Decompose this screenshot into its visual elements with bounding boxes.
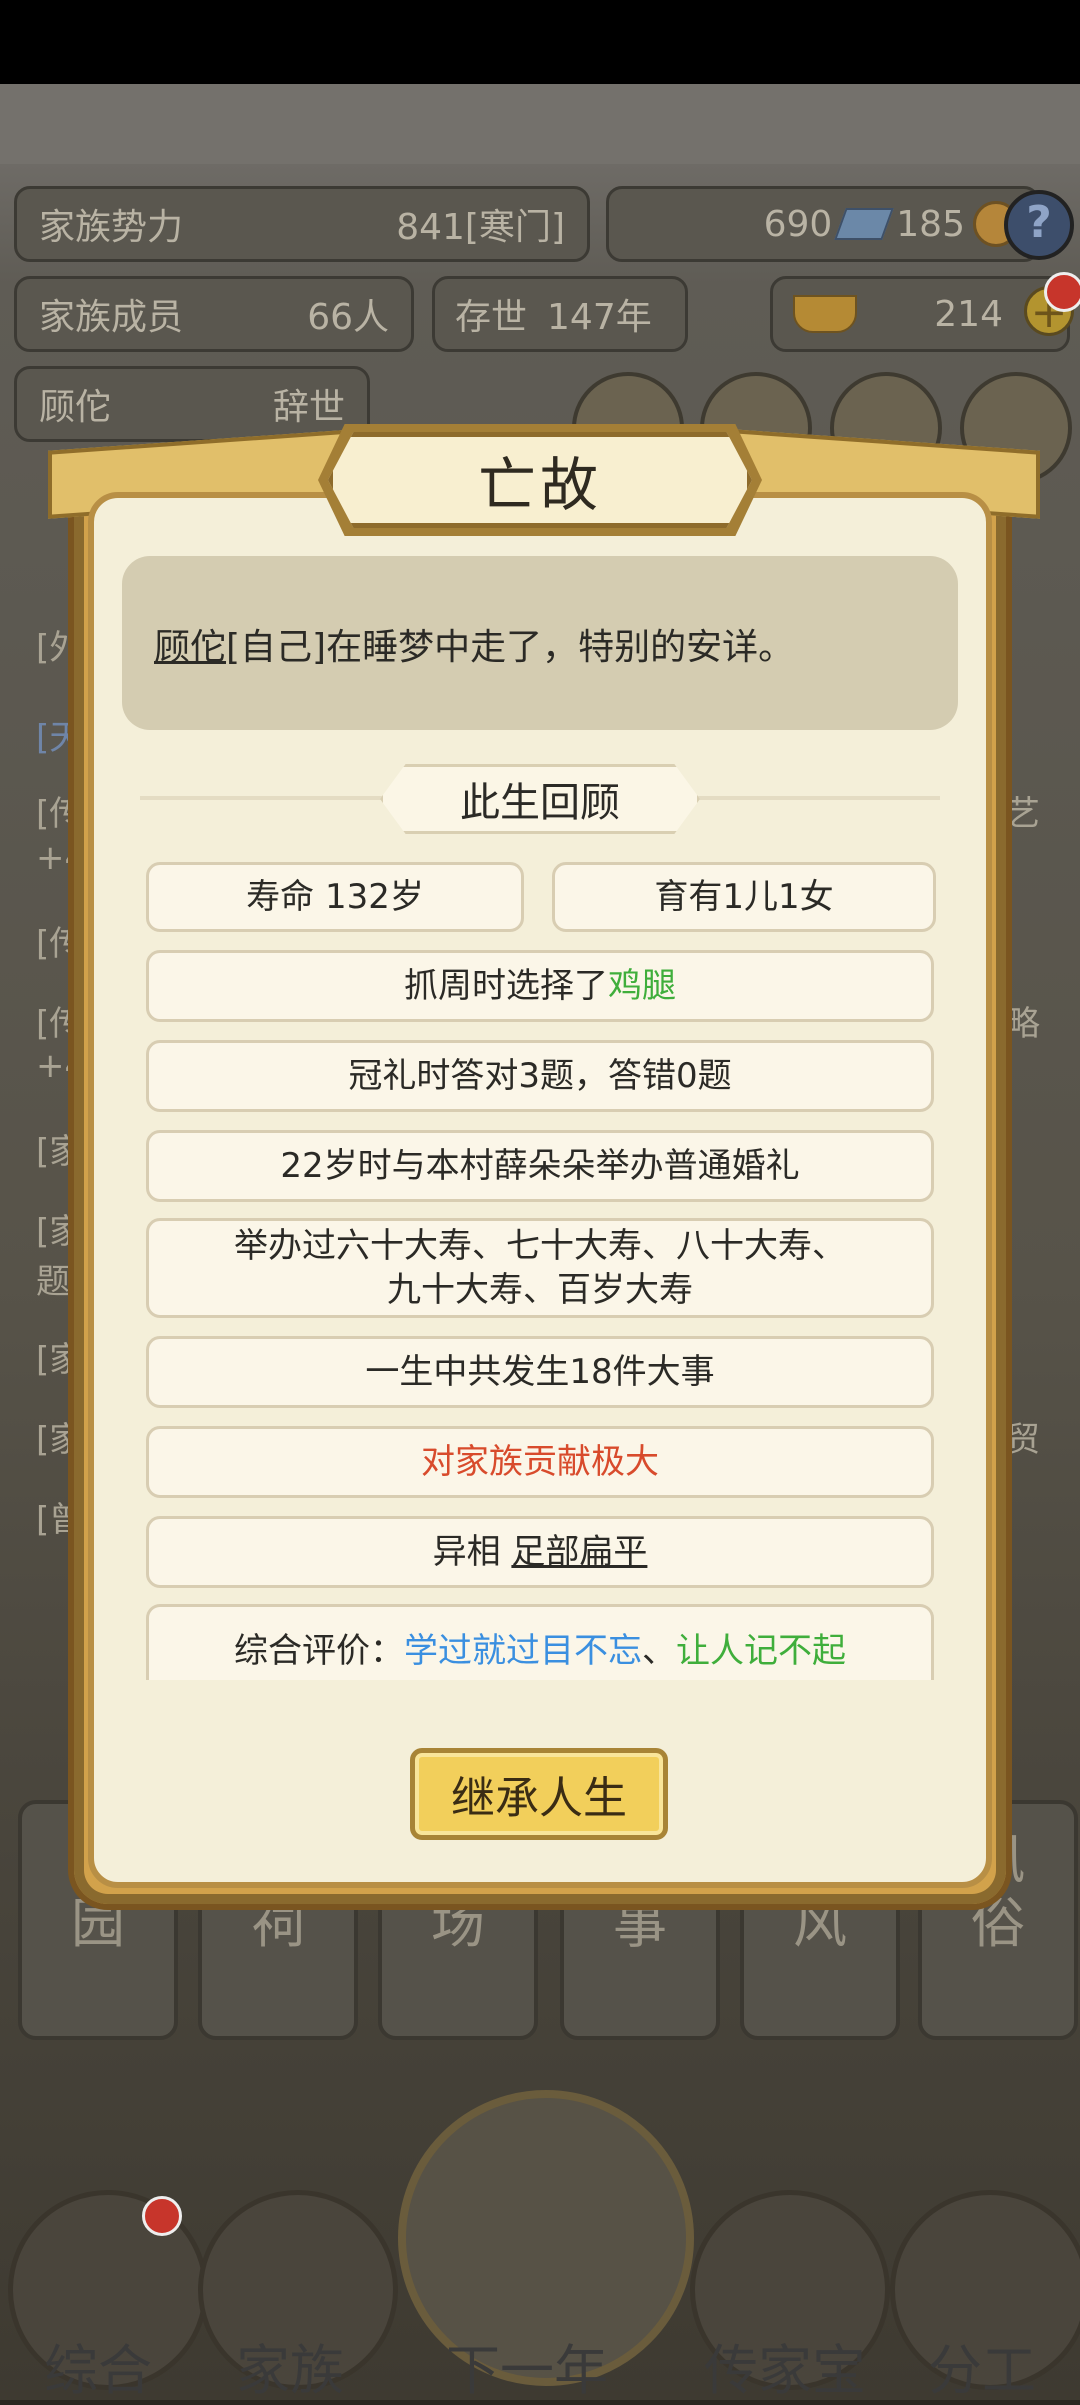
- contribution-text: 对家族贡献极大: [421, 1442, 659, 1482]
- person-name: 顾佗: [39, 387, 112, 428]
- log-fragment: 艺: [1006, 794, 1040, 834]
- members-value: 66人: [307, 297, 389, 338]
- notification-dot: [1044, 272, 1080, 312]
- wedding-card: 22岁时与本村薛朵朵举办普通婚礼: [146, 1130, 934, 1202]
- birthdays-card: 举办过六十大寿、七十大寿、八十大寿、 九十大寿、百岁大寿: [146, 1218, 934, 1318]
- inherit-life-label: 继承人生: [451, 1773, 627, 1824]
- guanli-card: 冠礼时答对3题，答错0题: [146, 1040, 934, 1112]
- members-pill[interactable]: 家族成员 66人: [14, 276, 414, 352]
- children-text: 育有1儿1女: [654, 877, 834, 917]
- evaluation-clip: 综合评价： 学过就过目不忘、让人记不起: [146, 1604, 934, 1680]
- years-value: 147年: [547, 297, 652, 338]
- zhuazhou-item: 鸡腿: [608, 966, 676, 1006]
- events-text: 一生中共发生18件大事: [365, 1352, 715, 1392]
- death-message: 顾佗[自己]在睡梦中走了，特别的安详。: [154, 618, 794, 670]
- section-title: 此生回顾: [460, 780, 620, 826]
- influence-value: 841: [396, 207, 465, 248]
- trait-value[interactable]: 足部扁平: [511, 1530, 647, 1574]
- trait-label: 异相: [432, 1532, 501, 1572]
- inherit-life-button[interactable]: 继承人生: [410, 1748, 668, 1840]
- influence-pill[interactable]: 家族势力 841[寒门]: [14, 186, 590, 262]
- jade-value: 690: [763, 203, 833, 245]
- children-card: 育有1儿1女: [552, 862, 936, 932]
- log-fragment: 贸: [1006, 1420, 1040, 1460]
- nav-label-division[interactable]: 分工: [928, 2326, 1036, 2405]
- person-status: 辞世: [272, 387, 345, 428]
- log-fragment: 略: [1006, 1004, 1040, 1044]
- evaluation-b: 让人记不起: [676, 1630, 846, 1671]
- message-text: [自己]在睡梦中走了，特别的安详。: [226, 627, 795, 668]
- trait-card: 异相 足部扁平: [146, 1516, 934, 1588]
- wedding-text: 22岁时与本村薛朵朵举办普通婚礼: [280, 1146, 800, 1186]
- nav-label-overview[interactable]: 综合: [44, 2326, 152, 2405]
- currency-pill: 690 185: [606, 186, 1040, 262]
- nav-label-next-year[interactable]: 下一年: [446, 2326, 608, 2405]
- section-divider-right: [690, 796, 940, 800]
- lifespan-card: 寿命 132岁: [146, 862, 524, 932]
- years-pill: 存世 147年: [432, 276, 688, 352]
- influence-label: 家族势力: [39, 207, 184, 248]
- title-plate: 亡故: [328, 432, 752, 528]
- jade-icon: [834, 208, 895, 240]
- coins-value: 185: [896, 203, 965, 245]
- gold-value: 214: [934, 293, 1003, 335]
- events-card: 一生中共发生18件大事: [146, 1336, 934, 1408]
- dialog-title: 亡故: [477, 451, 602, 519]
- members-label: 家族成员: [39, 297, 184, 338]
- zhuazhou-card: 抓周时选择了 鸡腿: [146, 950, 934, 1022]
- log-fragment: 题: [36, 1262, 70, 1302]
- person-name-link[interactable]: 顾佗: [154, 627, 226, 668]
- gold-ingot-icon: [793, 295, 857, 333]
- section-header: 此生回顾: [380, 764, 700, 834]
- nav-label-heirloom[interactable]: 传家宝: [704, 2326, 866, 2405]
- guanli-text: 冠礼时答对3题，答错0题: [348, 1056, 732, 1096]
- zhuazhou-text: 抓周时选择了: [404, 966, 608, 1006]
- evaluation-a: 学过就过目不忘: [404, 1630, 642, 1671]
- birthdays-text: 九十大寿、百岁大寿: [387, 1270, 693, 1310]
- section-divider-left: [140, 796, 390, 800]
- person-pill[interactable]: 顾佗 辞世: [14, 366, 370, 442]
- years-label: 存世: [455, 297, 528, 338]
- evaluation-card: 综合评价： 学过就过目不忘、让人记不起: [146, 1604, 934, 1680]
- status-bar: [0, 0, 1080, 84]
- top-banner: [0, 84, 1080, 164]
- influence-rank: [寒门]: [464, 207, 565, 248]
- notification-dot: [142, 2196, 182, 2236]
- nav-label-family[interactable]: 家族: [236, 2326, 344, 2405]
- help-icon[interactable]: ?: [1004, 190, 1074, 260]
- birthdays-text: 举办过六十大寿、七十大寿、八十大寿、: [234, 1226, 846, 1266]
- lifespan-text: 寿命 132岁: [246, 877, 424, 917]
- contribution-card: 对家族贡献极大: [146, 1426, 934, 1498]
- evaluation-separator: 、: [642, 1630, 676, 1671]
- evaluation-label: 综合评价：: [234, 1630, 404, 1671]
